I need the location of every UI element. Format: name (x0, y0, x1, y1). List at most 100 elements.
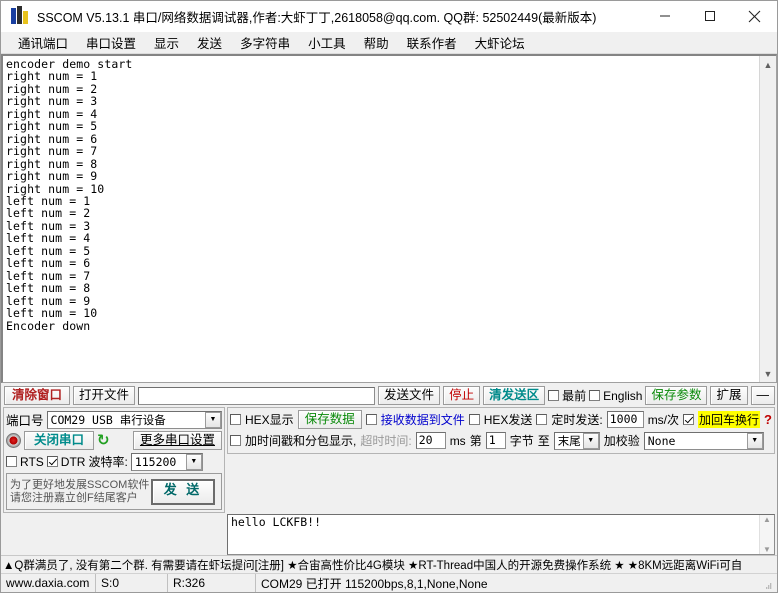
menu-item-multistring[interactable]: 多字符串 (231, 31, 299, 54)
recv-to-file-label: 接收数据到文件 (380, 413, 465, 427)
english-checkbox[interactable] (589, 390, 601, 401)
chevron-down-icon[interactable]: ▼ (746, 432, 763, 449)
settings-panels: 端口号 COM29 USB 串行设备 ▼ 关闭串口 ↻ 更多串口设置 RTS D… (1, 407, 777, 513)
byte-to-select[interactable]: 末尾 ▼ (553, 431, 600, 450)
close-port-button[interactable]: 关闭串口 (24, 431, 95, 450)
topmost-label: 最前 (562, 389, 587, 403)
save-data-button[interactable]: 保存数据 (297, 410, 362, 429)
scroll-up-icon[interactable]: ▲ (763, 515, 771, 524)
promo-text: 为了更好地发展SSCOM软件 请您注册嘉立创F结尾客户 (7, 479, 151, 505)
menu-bar: 通讯端口 串口设置 显示 发送 多字符串 小工具 帮助 联系作者 大虾论坛 (1, 32, 777, 54)
app-logo-icon (9, 5, 31, 27)
menu-item-send[interactable]: 发送 (188, 31, 231, 54)
send-button[interactable]: 发 送 (151, 478, 215, 505)
timed-send-label: 定时发送: (551, 413, 603, 427)
port-select[interactable]: COM29 USB 串行设备 ▼ (46, 410, 222, 429)
menu-item-display[interactable]: 显示 (145, 31, 188, 54)
clear-send-button[interactable]: 清发送区 (483, 386, 546, 405)
file-path-input[interactable] (138, 386, 376, 405)
port-control-row: 关闭串口 ↻ 更多串口设置 (6, 430, 222, 451)
timed-send-input[interactable]: 1000 (606, 411, 644, 428)
timeout-unit-label: ms (449, 433, 466, 448)
send-section-spacer (3, 514, 225, 555)
window-controls (642, 1, 777, 32)
scroll-down-icon[interactable]: ▼ (760, 365, 777, 382)
recv-to-file-checkbox[interactable] (365, 414, 377, 425)
promo-line-2: 请您注册嘉立创F结尾客户 (10, 491, 138, 504)
minimize-button[interactable] (642, 1, 687, 32)
stop-button[interactable]: 停止 (443, 386, 481, 405)
title-bar: SSCOM V5.13.1 串口/网络数据调试器,作者:大虾丁丁,2618058… (1, 1, 777, 32)
menu-item-port-config[interactable]: 串口设置 (77, 31, 145, 54)
advertisement-text: ▲Q群满员了, 没有第二个群. 有需要请在虾坛提问[注册] ★合宙高性价比4G模… (3, 559, 743, 572)
chevron-down-icon[interactable]: ▼ (582, 432, 599, 449)
checksum-select[interactable]: None ▼ (643, 431, 764, 450)
menu-item-comm-port[interactable]: 通讯端口 (9, 31, 77, 54)
menu-item-forum[interactable]: 大虾论坛 (466, 31, 534, 54)
baudrate-value: 115200 (134, 454, 177, 469)
hex-send-checkbox[interactable] (468, 414, 480, 425)
byte-to-label: 至 (537, 434, 550, 448)
open-file-button[interactable]: 打开文件 (73, 386, 136, 405)
maximize-button[interactable] (687, 1, 732, 32)
status-sent-count: S:0 (96, 574, 168, 592)
baudrate-label: 波特率: (88, 455, 128, 469)
promo-line-1: 为了更好地发展SSCOM软件 (10, 478, 150, 491)
chevron-down-icon[interactable]: ▼ (185, 453, 202, 470)
window-title: SSCOM V5.13.1 串口/网络数据调试器,作者:大虾丁丁,2618058… (37, 10, 597, 25)
crlf-label: 加回车换行 (698, 411, 761, 428)
send-area[interactable]: hello LCKFB!! ▲ ▼ (227, 514, 775, 555)
crlf-checkbox[interactable] (683, 414, 695, 425)
timeout-label: 超时时间: (360, 434, 412, 448)
sscom-window: SSCOM V5.13.1 串口/网络数据调试器,作者:大虾丁丁,2618058… (0, 0, 778, 593)
dtr-checkbox[interactable] (46, 456, 58, 467)
port-status-led-icon (6, 433, 21, 448)
receive-text: encoder demo start right num = 1 right n… (6, 57, 133, 333)
byte-to-value: 末尾 (557, 433, 581, 448)
status-website[interactable]: www.daxia.com (1, 574, 96, 592)
send-file-button[interactable]: 发送文件 (378, 386, 441, 405)
rts-label: RTS (20, 454, 44, 469)
collapse-button[interactable]: — (750, 386, 775, 405)
scroll-down-icon[interactable]: ▼ (763, 545, 771, 554)
timestamp-options-row: 加时间戳和分包显示, 超时时间: 20 ms 第 1 字节 至 末尾 ▼ 加校验… (230, 430, 772, 451)
refresh-ports-icon[interactable]: ↻ (97, 433, 110, 448)
port-select-value: COM29 USB 串行设备 (50, 412, 166, 427)
scroll-up-icon[interactable]: ▲ (760, 56, 777, 73)
byte-unit-label: 字节 (509, 434, 534, 448)
help-icon[interactable]: ? (764, 412, 772, 427)
timeout-input[interactable]: 20 (415, 432, 446, 449)
menu-item-help[interactable]: 帮助 (355, 31, 398, 54)
rts-checkbox[interactable] (6, 456, 17, 467)
chevron-down-icon[interactable]: ▼ (205, 411, 221, 428)
byte-from-input[interactable]: 1 (485, 432, 506, 449)
send-scrollbar[interactable]: ▲ ▼ (759, 515, 774, 554)
resize-grip-icon[interactable] (759, 574, 777, 592)
timed-send-checkbox[interactable] (536, 414, 548, 425)
port-number-label: 端口号 (6, 414, 44, 428)
topmost-checkbox[interactable] (548, 390, 560, 401)
menu-item-tools[interactable]: 小工具 (299, 31, 355, 54)
receive-area[interactable]: encoder demo start right num = 1 right n… (1, 54, 777, 383)
clear-window-button[interactable]: 清除窗口 (4, 386, 71, 405)
status-received-count: R:326 (168, 574, 256, 592)
serial-port-panel: 端口号 COM29 USB 串行设备 ▼ 关闭串口 ↻ 更多串口设置 RTS D… (3, 407, 225, 513)
timestamp-checkbox[interactable] (230, 435, 241, 446)
ms-unit-label: ms/次 (647, 413, 680, 427)
close-button[interactable] (732, 1, 777, 32)
extend-button[interactable]: 扩展 (710, 386, 748, 405)
hex-display-checkbox[interactable] (230, 414, 241, 425)
baudrate-select[interactable]: 115200 ▼ (130, 452, 203, 471)
checksum-label: 加校验 (603, 434, 640, 448)
english-label: English (603, 388, 643, 403)
advertisement-bar[interactable]: ▲Q群满员了, 没有第二个群. 有需要请在虾坛提问[注册] ★合宙高性价比4G模… (1, 555, 777, 573)
status-connection-info: COM29 已打开 115200bps,8,1,None,None (261, 576, 488, 591)
menu-item-contact[interactable]: 联系作者 (398, 31, 466, 54)
receive-scrollbar[interactable]: ▲ ▼ (759, 56, 776, 382)
more-port-settings-button[interactable]: 更多串口设置 (132, 431, 222, 450)
save-params-button[interactable]: 保存参数 (645, 386, 708, 405)
hex-display-label: HEX显示 (245, 413, 294, 427)
status-bar: www.daxia.com S:0 R:326 COM29 已打开 115200… (1, 573, 777, 592)
dtr-label: DTR (60, 454, 86, 469)
timestamp-label: 加时间戳和分包显示, (245, 434, 357, 448)
